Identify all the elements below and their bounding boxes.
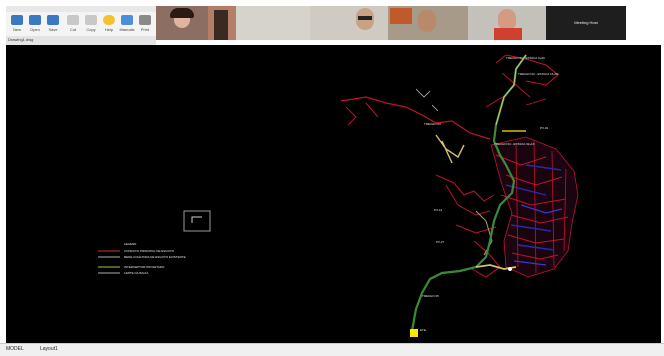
print-button[interactable]: Print (136, 15, 154, 35)
participant-shirt (494, 28, 522, 40)
save-icon (47, 15, 59, 25)
participant-tile[interactable] (156, 6, 208, 40)
legend-title: LEGEND (124, 242, 137, 246)
drawing-label: PV-12 (434, 208, 443, 212)
legend-item: CONDUTO PRINCIPAL DE ESGOTO (124, 249, 175, 253)
legend-item: LIMITE DA BACIA (124, 271, 148, 275)
drawing-label: ETE (420, 328, 426, 332)
treatment-plant-marker[interactable] (410, 329, 418, 337)
participant-face (418, 10, 436, 32)
legend-item: REDE COLETORA DE ESGOTO EXISTENTE (124, 255, 186, 259)
drawing-tab-bar: Drawing1.dwg (6, 36, 156, 45)
layout-tab[interactable]: Layout1 (40, 346, 58, 352)
copy-icon (85, 15, 97, 25)
participant-tile[interactable] (310, 6, 388, 40)
new-button[interactable]: New (8, 15, 26, 35)
ucs-icon[interactable] (183, 210, 211, 232)
participant-silhouette (214, 10, 228, 40)
cut-button[interactable]: Cut (64, 15, 82, 35)
participant-tile[interactable] (468, 6, 546, 40)
participant-tile[interactable] (208, 6, 236, 40)
help-button[interactable]: Help (100, 15, 118, 35)
drawing-tab[interactable]: Drawing1.dwg (8, 37, 33, 42)
title-bar (6, 6, 156, 12)
open-folder-icon (29, 15, 41, 25)
wall-painting (390, 8, 412, 24)
sewer-network-cluster (435, 136, 579, 278)
drawing-label: TRECHO 02 - ESTACA 15+00 (518, 72, 559, 76)
new-file-icon (11, 15, 23, 25)
drawing-label: TRECHO 05 (422, 294, 439, 298)
video-participants-strip: Meeting Host (156, 6, 626, 40)
open-button[interactable]: Open (26, 15, 44, 35)
drawing-label: TRECHO 01 - ESTACA 0+00 (506, 56, 545, 60)
participant-tile[interactable] (388, 6, 468, 40)
save-button[interactable]: Save (44, 15, 62, 35)
help-icon (103, 15, 115, 25)
cut-icon (67, 15, 79, 25)
drawing-label: PV-27 (436, 240, 445, 244)
participant-tile-host[interactable]: Meeting Host (546, 6, 626, 40)
participant-tile-empty[interactable] (236, 6, 310, 40)
ribbon-toolbar: New Open Save Cut Copy Help Manuals Prin… (6, 6, 156, 36)
book-icon (121, 15, 133, 25)
drawing-label: PV-01 (540, 126, 549, 130)
status-bar: MODEL Layout1 (0, 343, 664, 356)
print-icon (139, 15, 151, 25)
model-space-toggle[interactable]: MODEL (6, 346, 24, 352)
glasses-icon (358, 16, 372, 20)
manuals-button[interactable]: Manuals (118, 15, 136, 35)
drawing-label: TRECHO 03 (424, 122, 441, 126)
copy-button[interactable]: Copy (82, 15, 100, 35)
participant-hair (170, 8, 194, 18)
upper-network (340, 54, 559, 140)
cad-drawing-canvas[interactable]: TRECHO 01 - ESTACA 0+00 TRECHO 02 - ESTA… (6, 45, 661, 343)
drawing-svg: TRECHO 01 - ESTACA 0+00 TRECHO 02 - ESTA… (98, 54, 579, 337)
legend-item: INTERCEPTOR PROJETADO (124, 265, 165, 269)
drawing-label: TRECHO 04 - ESTACA 32+10 (494, 142, 535, 146)
drawing-legend: LEGEND CONDUTO PRINCIPAL DE ESGOTO REDE … (98, 242, 186, 275)
